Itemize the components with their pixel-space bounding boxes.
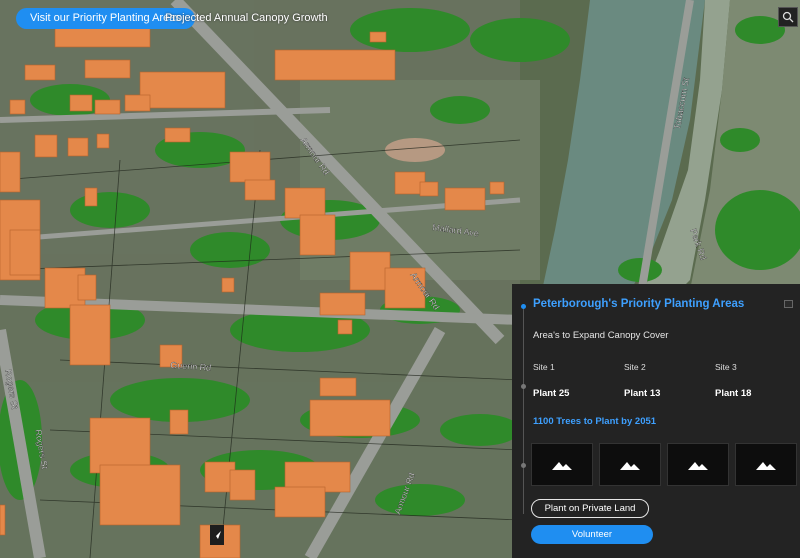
panel-title: Peterborough's Priority Planting Areas [533, 298, 745, 310]
plant-on-private-land-button[interactable]: Plant on Private Land [531, 499, 649, 518]
planting-goal: 1100 Trees to Plant by 2051 [533, 416, 657, 427]
expand-icon[interactable] [784, 300, 793, 308]
navigation-arrow-icon [213, 531, 221, 539]
image-placeholder-icon [552, 461, 572, 470]
image-placeholder-icon [756, 461, 776, 470]
site-label: Site 3 [715, 362, 737, 372]
search-icon [782, 11, 794, 23]
image-placeholder-icon [620, 461, 640, 470]
panel-subtitle: Area's to Expand Canopy Cover [533, 330, 669, 341]
site-value: Plant 13 [624, 388, 661, 399]
site-value: Plant 25 [533, 388, 570, 399]
timeline-dot[interactable] [521, 384, 526, 389]
navigation-marker[interactable] [210, 525, 224, 545]
site-thumbnail[interactable] [599, 443, 661, 486]
site-thumbnail[interactable] [667, 443, 729, 486]
site-label: Site 1 [533, 362, 555, 372]
site-3: Site 3 Plant 18 [715, 362, 795, 399]
site-thumbnail[interactable] [531, 443, 593, 486]
site-label: Site 2 [624, 362, 646, 372]
timeline-dot[interactable] [521, 463, 526, 468]
site-1: Site 1 Plant 25 [533, 362, 613, 399]
search-button[interactable] [778, 7, 798, 27]
image-placeholder-icon [688, 461, 708, 470]
site-2: Site 2 Plant 13 [624, 362, 704, 399]
info-panel: Peterborough's Priority Planting Areas A… [512, 284, 800, 558]
timeline-rail [523, 304, 524, 514]
volunteer-button[interactable]: Volunteer [531, 525, 653, 544]
site-thumbnail[interactable] [735, 443, 797, 486]
site-value: Plant 18 [715, 388, 752, 399]
timeline-dot-active[interactable] [521, 304, 526, 309]
canopy-growth-link[interactable]: Projected Annual Canopy Growth [165, 8, 328, 29]
